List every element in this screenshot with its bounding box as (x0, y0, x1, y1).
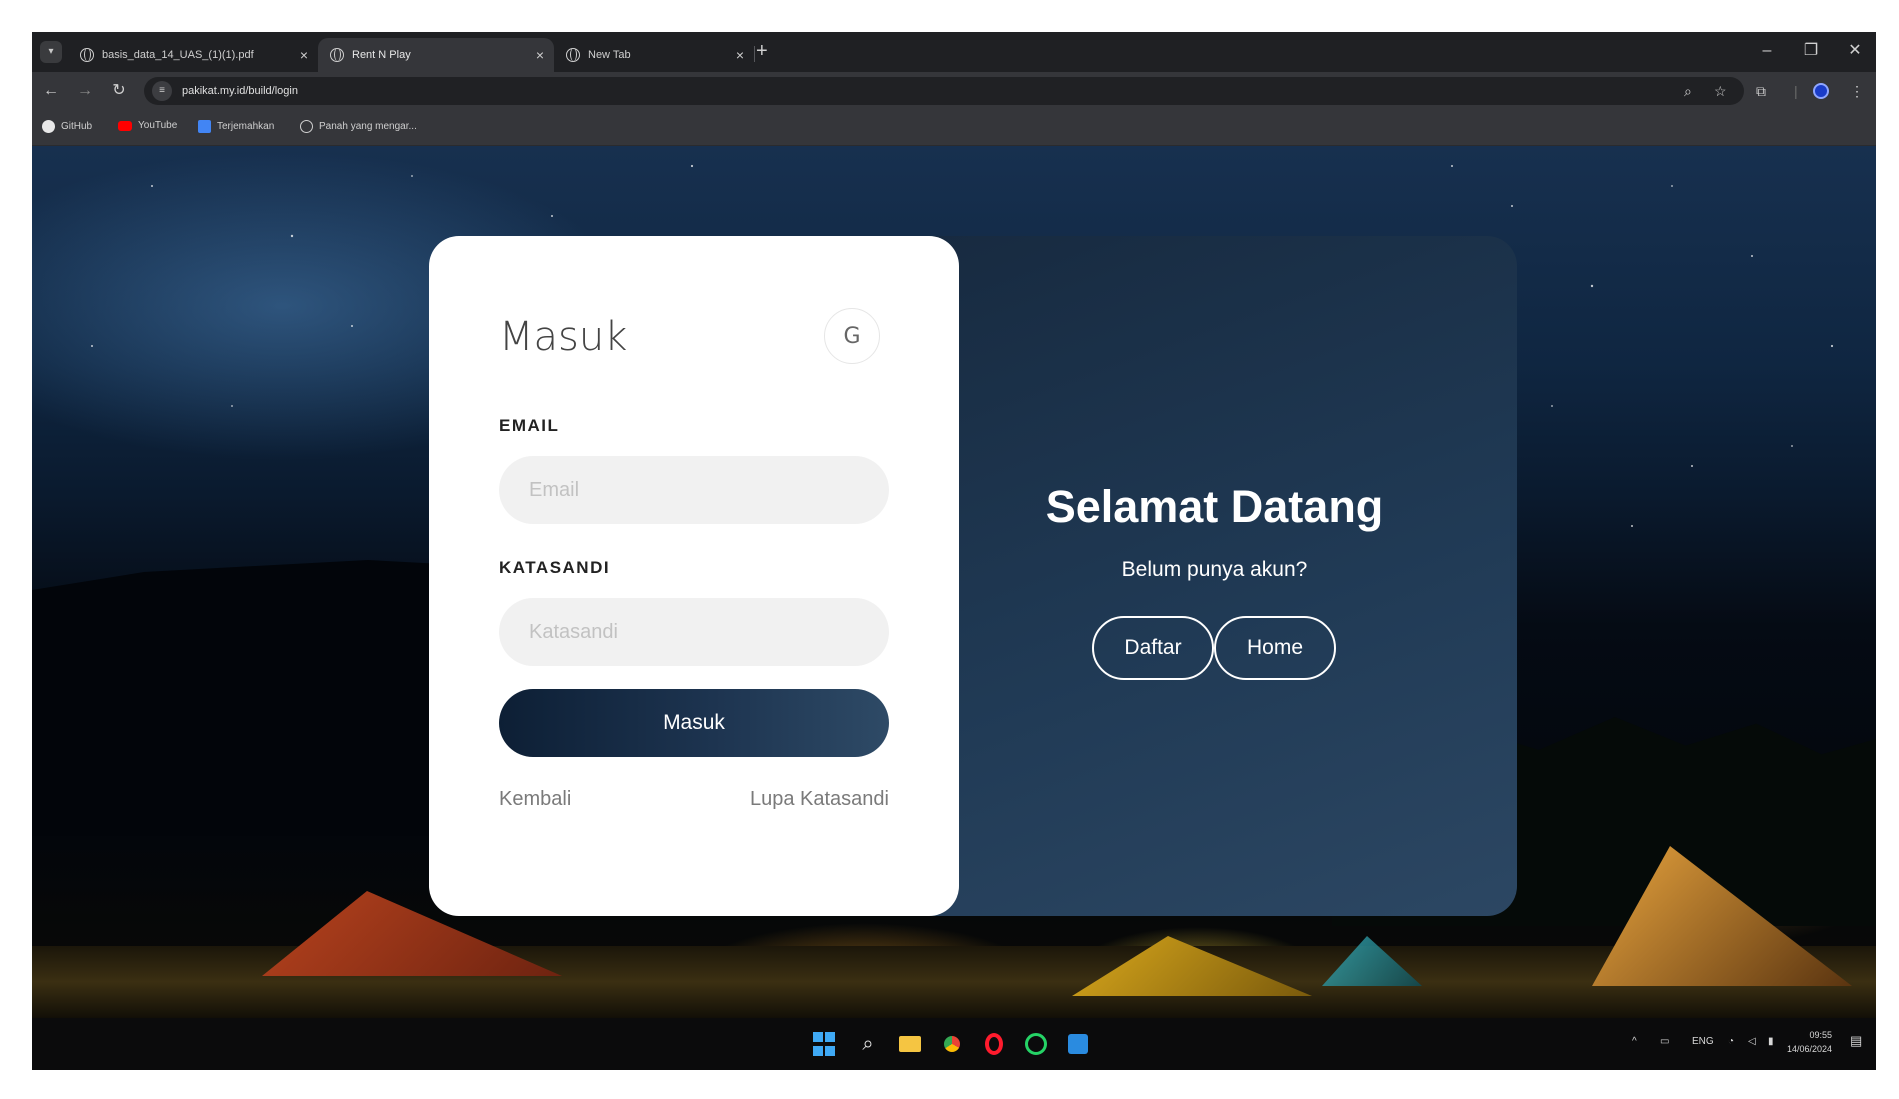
close-icon[interactable]: × (536, 47, 544, 63)
toolbar-divider: | (1794, 83, 1798, 99)
whatsapp-icon[interactable] (1022, 1030, 1050, 1058)
youtube-icon (118, 120, 132, 131)
password-label: KATASANDI (499, 558, 611, 577)
browser-toolbar: ← → ↻ ≡ pakikat.my.id/build/login ⌕ ☆ ⧉ … (32, 72, 1876, 110)
welcome-subtitle: Belum punya akun? (1121, 558, 1308, 581)
zoom-icon[interactable]: ⌕ (1684, 80, 1692, 102)
close-window-icon[interactable]: ✕ (1840, 40, 1870, 62)
tab-rent-n-play[interactable]: Rent N Play × (318, 38, 554, 72)
tab-label: Rent N Play (352, 49, 411, 61)
login-card: Masuk G EMAIL KATASANDI Masuk Kembali Lu… (429, 236, 959, 916)
restore-icon[interactable]: ❐ (1796, 40, 1826, 62)
close-icon[interactable]: × (736, 47, 744, 63)
windows-start-icon[interactable] (812, 1030, 836, 1058)
tab-search-icon[interactable]: ▾ (40, 41, 62, 63)
menu-icon[interactable]: ⋮ (1850, 80, 1864, 102)
password-input[interactable] (499, 598, 889, 666)
clock[interactable]: 09:55 14/06/2024 (1787, 1028, 1832, 1056)
file-explorer-icon[interactable] (896, 1030, 924, 1058)
volume-icon[interactable]: ◁ (1748, 1036, 1756, 1047)
close-icon[interactable]: × (300, 47, 308, 63)
google-login-button[interactable]: G (824, 308, 880, 364)
bookmark-panah[interactable]: Panah yang mengar... (300, 120, 417, 133)
login-submit-button[interactable]: Masuk (499, 689, 889, 757)
notification-icon[interactable]: ▤ (1850, 1033, 1862, 1049)
globe-icon (330, 48, 344, 62)
wifi-icon[interactable]: ◔ (1728, 1036, 1734, 1047)
bookmark-star-icon[interactable]: ☆ (1714, 80, 1727, 102)
tab-label: New Tab (588, 49, 631, 61)
email-input[interactable] (499, 456, 889, 524)
vscode-icon[interactable] (1064, 1030, 1092, 1058)
profile-avatar[interactable] (1813, 83, 1829, 99)
globe-icon (80, 48, 94, 62)
tab-new-tab[interactable]: New Tab × (554, 38, 754, 72)
bookmark-label: YouTube (138, 120, 178, 131)
keyboard-icon[interactable]: ▭ (1660, 1036, 1669, 1047)
tab-divider (754, 46, 755, 62)
forgot-password-link[interactable]: Lupa Katasandi (750, 788, 889, 811)
opera-icon[interactable] (980, 1030, 1008, 1058)
bookmark-youtube[interactable]: YouTube (118, 120, 177, 131)
translate-icon (198, 120, 211, 133)
new-tab-button[interactable]: + (756, 40, 768, 62)
bookmark-translate[interactable]: Terjemahkan (198, 120, 274, 133)
back-icon[interactable]: ← (40, 80, 62, 102)
home-button[interactable]: Home (1214, 616, 1336, 680)
screen: ▾ basis_data_14_UAS_(1)(1).pdf × Rent N … (32, 32, 1876, 1070)
email-label: EMAIL (499, 416, 560, 435)
bookmark-label: Panah yang mengar... (319, 121, 417, 132)
welcome-title: Selamat Datang (1045, 481, 1384, 532)
back-link[interactable]: Kembali (499, 788, 571, 811)
bookmark-label: Terjemahkan (217, 121, 275, 132)
page-background: Selamat Datang Belum punya akun? Daftar … (32, 146, 1876, 1018)
login-title: Masuk (499, 314, 628, 360)
globe-icon (300, 120, 313, 133)
welcome-panel: Selamat Datang Belum punya akun? Daftar … (912, 236, 1517, 916)
bookmarks-bar: GitHub YouTube Terjemahkan Panah yang me… (32, 110, 1876, 146)
reload-icon[interactable]: ↻ (108, 80, 130, 102)
tab-pdf[interactable]: basis_data_14_UAS_(1)(1).pdf × (68, 38, 318, 72)
extensions-icon[interactable]: ⧉ (1756, 80, 1766, 102)
tray-overflow-icon[interactable]: ^ (1632, 1036, 1637, 1047)
register-button[interactable]: Daftar (1092, 616, 1214, 680)
bookmark-github[interactable]: GitHub (42, 120, 92, 133)
address-bar[interactable]: ≡ pakikat.my.id/build/login ⌕ ☆ (144, 77, 1744, 105)
bookmark-label: GitHub (61, 121, 93, 132)
clock-date: 14/06/2024 (1787, 1044, 1833, 1054)
battery-icon[interactable]: ▮ (1768, 1036, 1774, 1047)
site-info-icon[interactable]: ≡ (152, 81, 172, 101)
chrome-icon[interactable] (938, 1030, 966, 1058)
tab-label: basis_data_14_UAS_(1)(1).pdf (102, 49, 254, 61)
minimize-icon[interactable]: – (1752, 40, 1782, 62)
url-text[interactable]: pakikat.my.id/build/login (182, 85, 298, 97)
language-indicator[interactable]: ENG (1692, 1036, 1714, 1047)
taskbar: ⌕ ^ ▭ ENG ◔ ◁ ▮ 09:55 14/06/2024 ▤ (32, 1018, 1876, 1070)
github-icon (42, 120, 55, 133)
forward-icon[interactable]: → (74, 80, 96, 102)
browser-tab-strip: ▾ basis_data_14_UAS_(1)(1).pdf × Rent N … (32, 32, 1876, 72)
google-icon: G (843, 323, 861, 349)
chrome-icon (566, 48, 580, 62)
search-icon[interactable]: ⌕ (854, 1030, 882, 1058)
clock-time: 09:55 (1809, 1030, 1833, 1040)
